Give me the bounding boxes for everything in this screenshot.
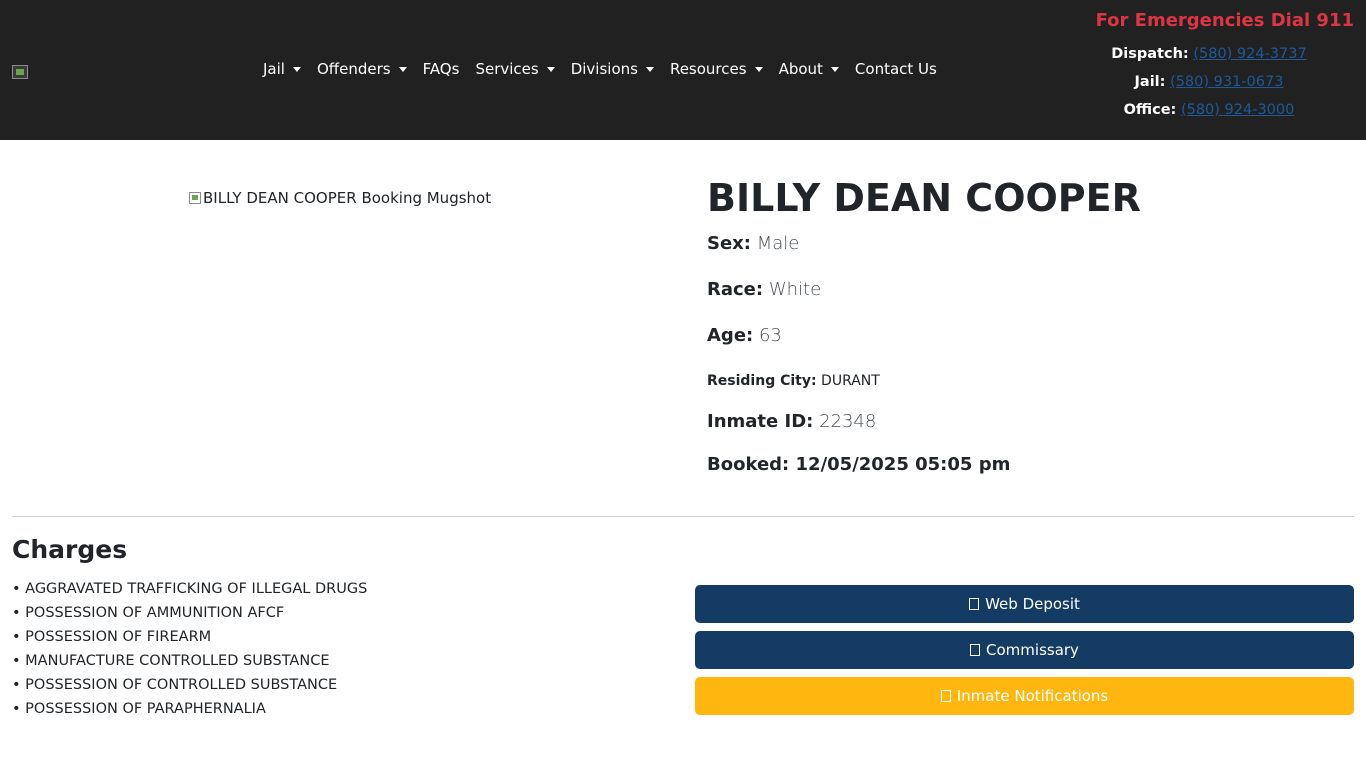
inmate-name: BILLY DEAN COOPER: [707, 176, 1141, 220]
charge-item: • POSSESSION OF PARAPHERNALIA: [12, 701, 266, 717]
caret-down-icon: [830, 67, 839, 72]
charge-item: • POSSESSION OF CONTROLLED SUBSTANCE: [12, 677, 338, 693]
city-value: DURANT: [821, 373, 880, 389]
commissary-label: Commissary: [986, 641, 1079, 659]
jail-phone-link[interactable]: (580) 931-0673: [1170, 74, 1283, 90]
jail-label: Jail:: [1134, 74, 1166, 90]
section-divider: [12, 516, 1354, 517]
inmate-id-value: 22348: [819, 411, 877, 432]
web-deposit-label: Web Deposit: [985, 595, 1080, 613]
booked-value: 12/05/2025 05:05 pm: [795, 454, 1011, 475]
nav-item-label: FAQs: [422, 60, 460, 78]
nav-item-jail[interactable]: Jail: [255, 58, 309, 80]
sex-field: Sex: Male: [707, 233, 799, 255]
top-navbar: Jail Offenders FAQs Services Divisions R…: [0, 0, 1366, 140]
age-label: Age:: [707, 325, 754, 346]
charge-item: • MANUFACTURE CONTROLLED SUBSTANCE: [12, 653, 330, 669]
contact-panel: For Emergencies Dial 911 Dispatch: (580)…: [1094, 10, 1354, 124]
sex-label: Sex:: [707, 233, 751, 254]
office-phone-row: Office: (580) 924-3000: [1094, 96, 1324, 124]
nav-item-faqs[interactable]: FAQs: [415, 58, 468, 80]
office-phone-link[interactable]: (580) 924-3000: [1181, 102, 1294, 118]
caret-down-icon: [546, 67, 555, 72]
missing-glyph-icon: [940, 690, 951, 702]
emergency-notice: For Emergencies Dial 911: [1095, 10, 1354, 31]
mugshot-alt-text: BILLY DEAN COOPER Booking Mugshot: [203, 189, 492, 207]
nav-item-label: Services: [475, 60, 539, 78]
charges-heading: Charges: [12, 535, 128, 564]
nav-item-label: About: [778, 60, 823, 78]
nav-item-label: Contact Us: [854, 60, 937, 78]
caret-down-icon: [754, 67, 763, 72]
dispatch-phone-link[interactable]: (580) 924-3737: [1193, 46, 1306, 62]
nav-item-divisions[interactable]: Divisions: [563, 58, 662, 80]
nav-item-resources[interactable]: Resources: [662, 58, 771, 80]
inmate-notifications-label: Inmate Notifications: [956, 687, 1109, 705]
nav-item-label: Jail: [263, 60, 285, 78]
race-label: Race:: [707, 279, 764, 300]
inmate-id-field: Inmate ID: 22348: [707, 411, 876, 433]
booking-mugshot: BILLY DEAN COOPER Booking Mugshot: [189, 189, 491, 207]
charge-item: • POSSESSION OF FIREARM: [12, 629, 212, 645]
caret-down-icon: [645, 67, 654, 72]
inmate-notifications-button[interactable]: Inmate Notifications: [695, 677, 1354, 715]
phone-list: Dispatch: (580) 924-3737 Jail: (580) 931…: [1094, 40, 1324, 124]
nav-item-about[interactable]: About: [771, 58, 847, 80]
site-logo[interactable]: [12, 65, 28, 79]
nav-item-label: Resources: [669, 60, 747, 78]
missing-glyph-icon: [969, 598, 980, 610]
race-field: Race: White: [707, 279, 821, 301]
broken-image-icon: [189, 192, 201, 204]
nav-item-label: Divisions: [570, 60, 638, 78]
commissary-button[interactable]: Commissary: [695, 631, 1354, 669]
caret-down-icon: [398, 67, 407, 72]
jail-phone-row: Jail: (580) 931-0673: [1094, 68, 1324, 96]
dispatch-label: Dispatch:: [1111, 46, 1189, 62]
missing-glyph-icon: [970, 644, 981, 656]
age-value: 63: [758, 325, 782, 346]
inmate-details: BILLY DEAN COOPER Sex: Male Race: White …: [707, 174, 1327, 475]
charge-item: • AGGRAVATED TRAFFICKING OF ILLEGAL DRUG…: [12, 581, 368, 597]
web-deposit-button[interactable]: Web Deposit: [695, 585, 1354, 623]
charges-list: • AGGRAVATED TRAFFICKING OF ILLEGAL DRUG…: [12, 577, 367, 721]
dispatch-phone-row: Dispatch: (580) 924-3737: [1094, 40, 1324, 68]
nav-item-contact-us[interactable]: Contact Us: [847, 58, 945, 80]
main-nav: Jail Offenders FAQs Services Divisions R…: [255, 58, 945, 80]
city-field: Residing City: DURANT: [707, 370, 880, 392]
city-label: Residing City:: [707, 373, 817, 389]
booked-label: Booked:: [707, 454, 790, 475]
inmate-id-label: Inmate ID:: [707, 411, 814, 432]
booked-field: Booked: 12/05/2025 05:05 pm: [707, 454, 1010, 476]
age-field: Age: 63: [707, 325, 782, 347]
charge-item: • POSSESSION OF AMMUNITION AFCF: [12, 605, 285, 621]
nav-item-label: Offenders: [316, 60, 391, 78]
nav-item-services[interactable]: Services: [467, 58, 562, 80]
nav-item-offenders[interactable]: Offenders: [309, 58, 415, 80]
office-label: Office:: [1123, 102, 1177, 118]
sex-value: Male: [756, 233, 800, 254]
race-value: White: [768, 279, 822, 300]
caret-down-icon: [292, 67, 301, 72]
